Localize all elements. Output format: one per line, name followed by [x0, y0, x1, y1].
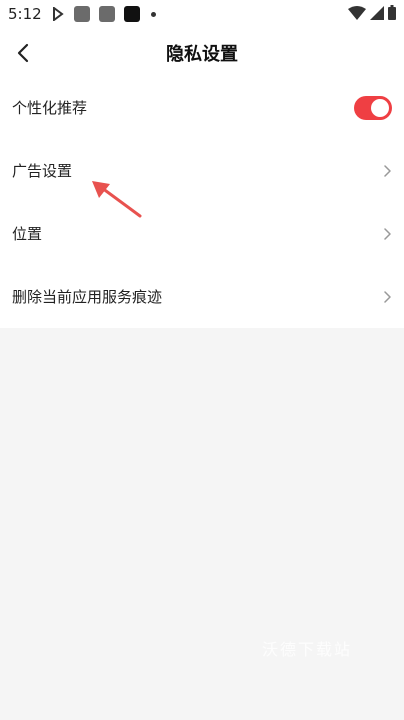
play-store-icon [53, 7, 64, 21]
battery-icon [388, 5, 396, 20]
setting-row-personalized-recommendation[interactable]: 个性化推荐 [0, 76, 404, 139]
settings-list: 个性化推荐 广告设置 位置 删除当前应用服务痕迹 [0, 76, 404, 328]
status-notification-icons [52, 6, 156, 22]
signal-icon [370, 5, 384, 20]
setting-label: 广告设置 [12, 162, 73, 180]
setting-label: 位置 [12, 225, 43, 243]
more-dot-icon [151, 11, 156, 17]
watermark: 沃德下载站 [262, 640, 353, 659]
setting-row-ad-settings[interactable]: 广告设置 [0, 139, 404, 202]
app-icon [74, 6, 90, 22]
setting-row-delete-service-traces[interactable]: 删除当前应用服务痕迹 [0, 265, 404, 328]
wifi-icon [348, 5, 366, 20]
chevron-right-icon [382, 163, 392, 179]
header: 隐私设置 [0, 28, 404, 76]
setting-label: 个性化推荐 [12, 99, 88, 117]
setting-label: 删除当前应用服务痕迹 [12, 288, 163, 306]
chevron-right-icon [382, 289, 392, 305]
status-bar: 5:12 [0, 0, 404, 28]
toggle-knob [371, 98, 389, 117]
app-icon [124, 6, 140, 22]
status-system-icons [348, 5, 396, 20]
page-title: 隐私设置 [166, 44, 238, 65]
status-time: 5:12 [8, 5, 42, 23]
app-icon [99, 6, 115, 22]
personalized-recommendation-toggle[interactable] [354, 95, 392, 120]
chevron-right-icon [382, 226, 392, 242]
setting-row-location[interactable]: 位置 [0, 202, 404, 265]
annotation-arrow-icon [92, 181, 142, 218]
